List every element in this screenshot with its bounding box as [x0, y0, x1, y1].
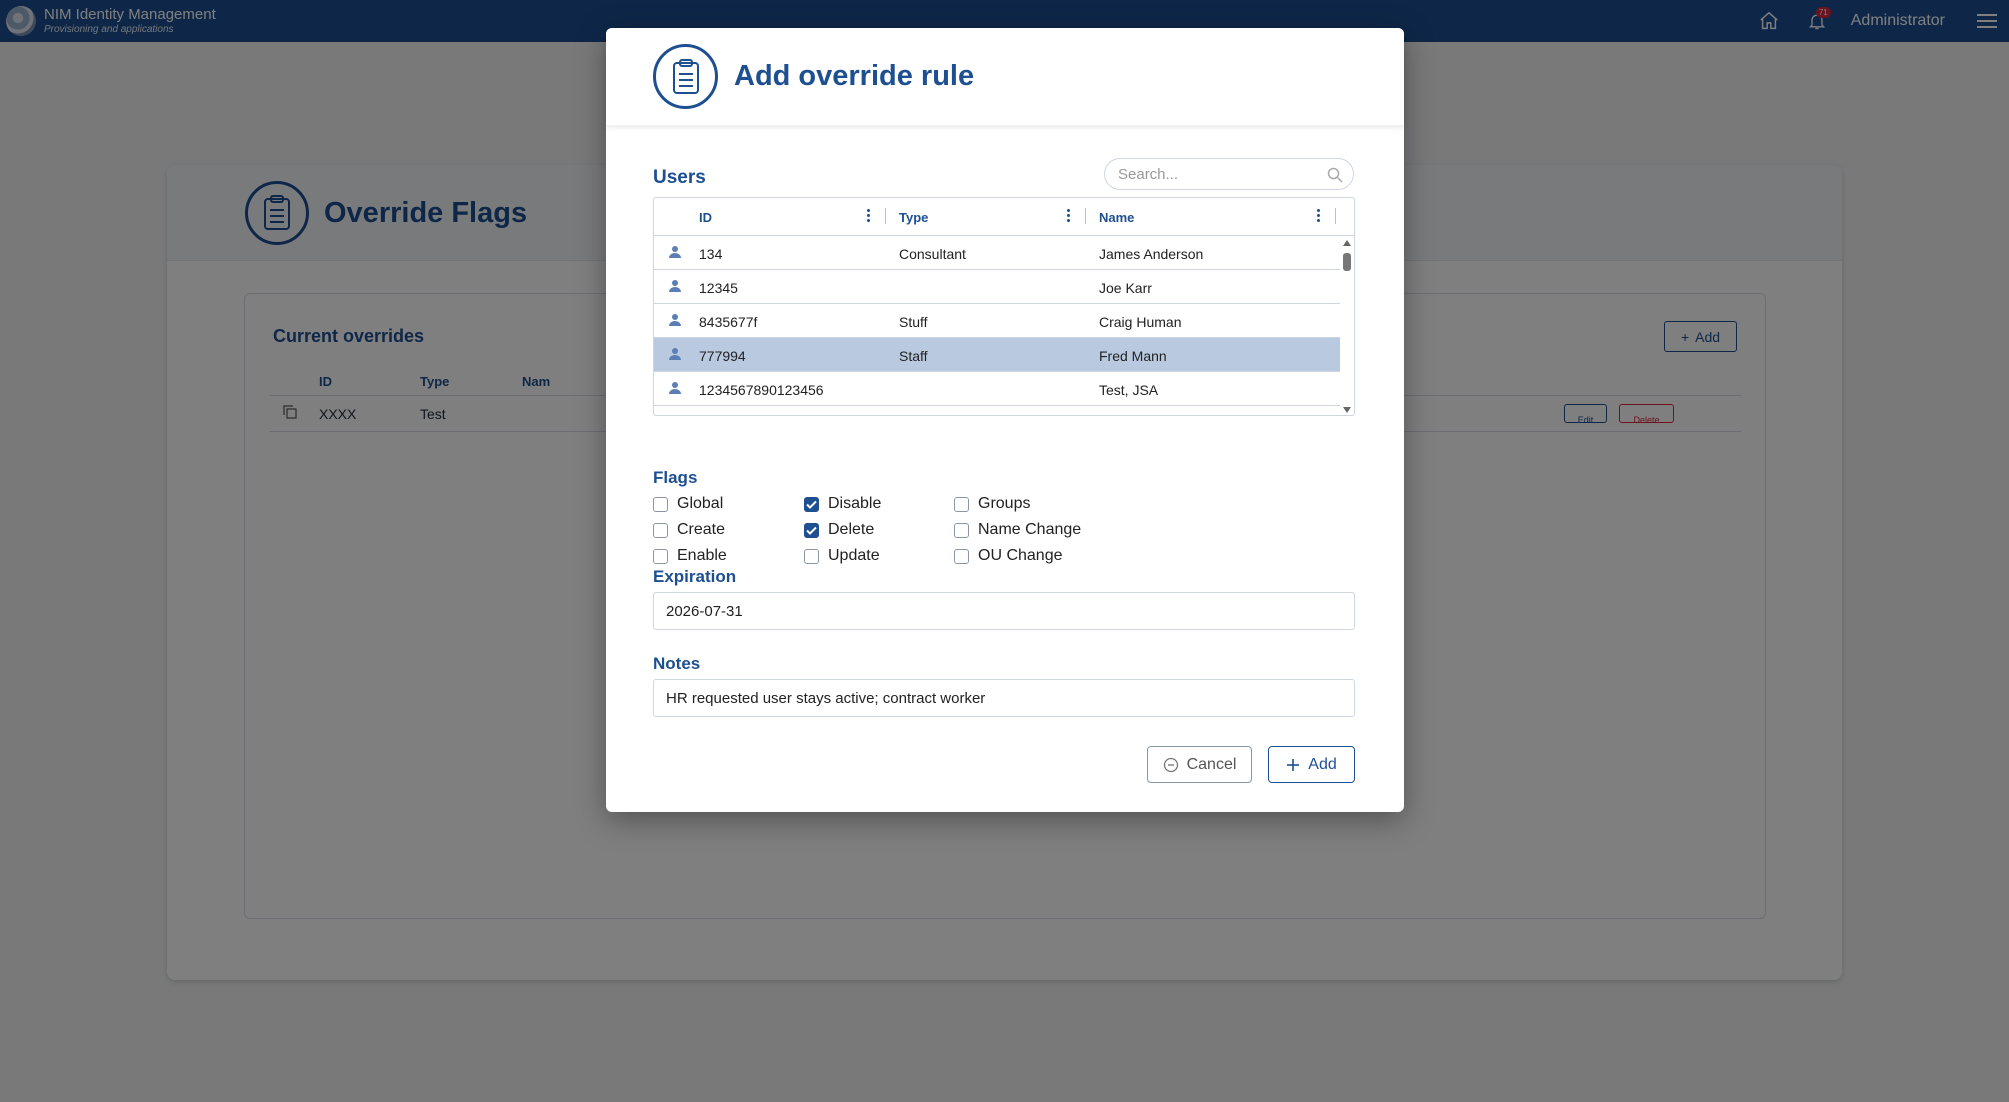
flag-groups[interactable]: Groups [954, 494, 1030, 514]
flag-enable[interactable]: Enable [653, 546, 727, 566]
flag-update[interactable]: Update [804, 546, 880, 566]
user-icon [668, 347, 682, 364]
column-resize-handle[interactable] [1335, 208, 1336, 224]
scroll-down-arrow-icon[interactable] [1343, 407, 1351, 413]
user-type: Consultant [899, 246, 966, 262]
column-menu-icon[interactable] [1067, 209, 1071, 223]
users-grid-header: ID Type Name [654, 198, 1354, 236]
column-resize-handle[interactable] [885, 208, 886, 224]
flag-create[interactable]: Create [653, 520, 725, 540]
column-header-id[interactable]: ID [699, 210, 712, 225]
users-grid: ID Type Name 134 Consultant James Anders… [653, 197, 1355, 416]
flag-label: Create [677, 521, 726, 538]
user-name: Craig Human [1099, 314, 1182, 330]
user-type: Staff [899, 348, 928, 364]
flag-label: Global [677, 495, 724, 512]
user-icon [668, 279, 682, 296]
flag-label: Groups [978, 495, 1031, 512]
flag-disable[interactable]: Disable [804, 494, 881, 514]
table-row[interactable]: 1234567890123456 Test, JSA [654, 372, 1340, 406]
user-name: Fred Mann [1099, 348, 1167, 364]
user-type: Stuff [899, 314, 928, 330]
cancel-button[interactable]: Cancel [1147, 746, 1252, 783]
plus-icon [1287, 758, 1300, 771]
add-button[interactable]: Add [1268, 746, 1355, 783]
search-icon[interactable] [1327, 167, 1343, 188]
flag-name-change[interactable]: Name Change [954, 520, 1081, 540]
expiration-label: Expiration [653, 567, 737, 586]
search-input[interactable] [1118, 165, 1308, 183]
column-menu-icon[interactable] [1317, 209, 1321, 223]
expiration-field[interactable] [653, 592, 1355, 630]
dialog-title: Add override rule [734, 60, 975, 92]
flag-label: Name Change [978, 521, 1082, 538]
checkbox-checked[interactable] [804, 496, 819, 512]
dialog-header: Add override rule [606, 28, 1404, 125]
scrollbar-thumb[interactable] [1343, 253, 1351, 271]
checkbox-checked[interactable] [804, 522, 819, 538]
user-id: 8435677f [699, 314, 758, 330]
grid-scrollbar[interactable] [1340, 236, 1354, 415]
checkbox[interactable] [653, 496, 668, 512]
checkbox[interactable] [954, 496, 969, 512]
notes-field[interactable] [653, 679, 1355, 717]
document-icon [653, 44, 718, 109]
flag-label: Disable [828, 495, 882, 512]
column-header-name[interactable]: Name [1099, 210, 1134, 225]
user-id: 12345 [699, 280, 738, 296]
user-name: James Anderson [1099, 246, 1204, 262]
flag-label: Enable [677, 547, 727, 564]
user-name: Joe Karr [1099, 280, 1152, 296]
table-row-selected[interactable]: 777994 Staff Fred Mann [654, 338, 1340, 372]
add-override-rule-dialog: Add override rule Users ID Type Name 134… [606, 28, 1404, 812]
search-box[interactable] [1104, 158, 1354, 190]
column-menu-icon[interactable] [867, 209, 871, 223]
user-name: Test, JSA [1099, 382, 1159, 398]
minus-circle-icon [1163, 757, 1178, 772]
flag-label: Delete [828, 521, 875, 538]
flag-delete[interactable]: Delete [804, 520, 874, 540]
user-icon [668, 313, 682, 330]
users-label: Users [653, 167, 706, 188]
user-id: 777994 [699, 348, 746, 364]
scroll-up-arrow-icon[interactable] [1343, 240, 1351, 246]
user-icon [668, 381, 682, 398]
column-resize-handle[interactable] [1085, 208, 1086, 224]
checkbox[interactable] [954, 548, 969, 564]
table-row[interactable]: 134 Consultant James Anderson [654, 236, 1340, 270]
flag-label: Update [828, 547, 880, 564]
user-id: 1234567890123456 [699, 382, 824, 398]
user-icon [668, 245, 682, 262]
flag-label: OU Change [978, 547, 1063, 564]
flag-ou-change[interactable]: OU Change [954, 546, 1063, 566]
add-label: Add [1308, 755, 1337, 773]
flag-global[interactable]: Global [653, 494, 723, 514]
table-row[interactable]: 12345 Joe Karr [654, 270, 1340, 304]
checkbox[interactable] [954, 522, 969, 538]
cancel-label: Cancel [1186, 755, 1237, 773]
table-row[interactable]: 8435677f Stuff Craig Human [654, 304, 1340, 338]
checkbox[interactable] [804, 548, 819, 564]
checkbox[interactable] [653, 548, 668, 564]
checkbox[interactable] [653, 522, 668, 538]
notes-label: Notes [653, 654, 701, 673]
column-header-type[interactable]: Type [899, 210, 928, 225]
user-id: 134 [699, 246, 723, 262]
flags-label: Flags [653, 468, 698, 487]
